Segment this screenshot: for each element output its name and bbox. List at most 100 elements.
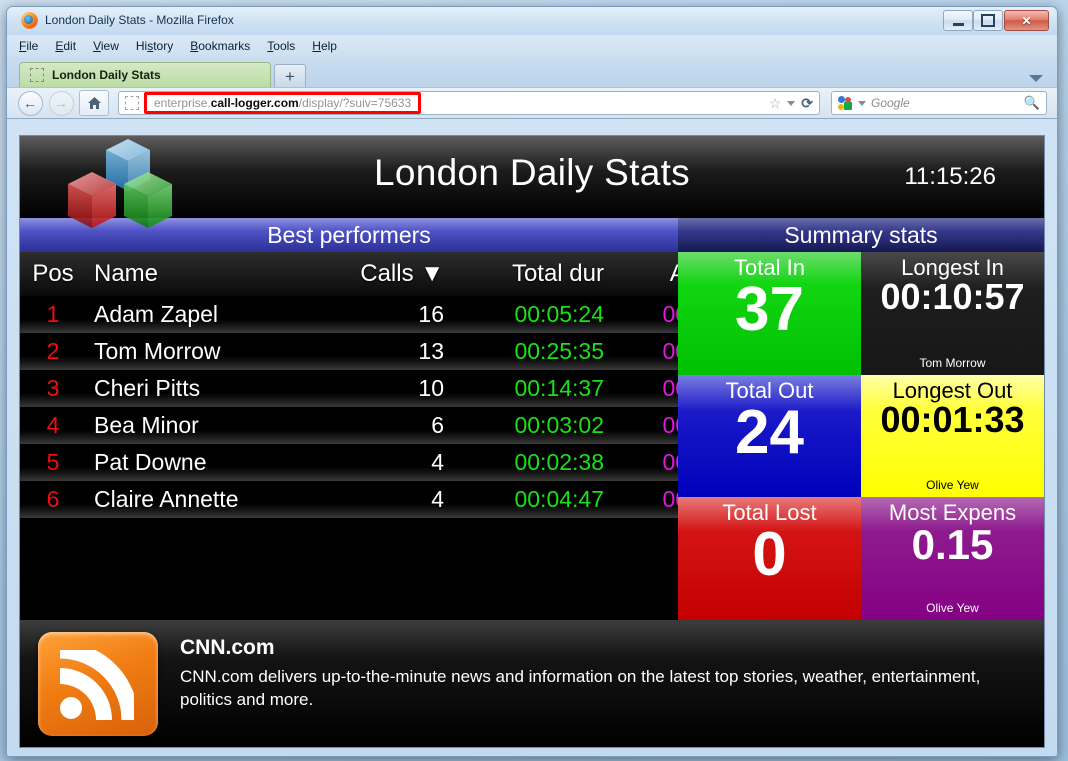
window-title: London Daily Stats - Mozilla Firefox bbox=[45, 13, 234, 27]
stat-tile-total-in: Total In37 bbox=[678, 252, 861, 375]
row-calls: 4 bbox=[312, 444, 474, 481]
performers-table-body: 1Adam Zapel1600:05:2400:00:202Tom Morrow… bbox=[20, 296, 766, 518]
stat-tile-value: 0.15 bbox=[912, 524, 994, 566]
page-viewport: London Daily Stats 11:15:26 Best perform… bbox=[19, 135, 1045, 748]
rss-feed-description: CNN.com delivers up-to-the-minute news a… bbox=[180, 666, 1020, 712]
google-icon bbox=[838, 96, 853, 111]
bookmark-star-icon[interactable]: ☆ bbox=[769, 95, 782, 112]
rss-feed-title[interactable]: CNN.com bbox=[180, 636, 1020, 660]
column-header-calls[interactable]: Calls ▼ bbox=[312, 252, 474, 296]
search-input[interactable]: Google bbox=[871, 96, 1019, 110]
stat-tile-subtext: Olive Yew bbox=[861, 601, 1044, 615]
row-total-dur: 00:05:24 bbox=[474, 296, 616, 333]
row-calls: 4 bbox=[312, 481, 474, 518]
menu-item-view[interactable]: View bbox=[93, 39, 119, 53]
best-performers-panel: Pos Name Calls ▼ Total dur Avg dur 1Adam… bbox=[20, 252, 678, 620]
close-button[interactable]: ✕ bbox=[1004, 10, 1049, 31]
stat-tile-longest-out: Longest Out00:01:33Olive Yew bbox=[861, 375, 1044, 498]
title-bar: London Daily Stats - Mozilla Firefox ✕ bbox=[7, 7, 1057, 35]
stat-tile-value: 00:01:33 bbox=[880, 402, 1024, 438]
stat-tile-value: 37 bbox=[735, 279, 804, 341]
menu-item-edit[interactable]: Edit bbox=[55, 39, 76, 53]
search-icon[interactable]: 🔍 bbox=[1024, 95, 1040, 111]
column-header-total-dur[interactable]: Total dur bbox=[474, 252, 616, 296]
row-total-dur: 00:25:35 bbox=[474, 333, 616, 370]
list-all-tabs-chevron-down-icon[interactable] bbox=[1029, 75, 1043, 82]
reload-icon[interactable]: ⟳ bbox=[801, 95, 813, 112]
stat-tile-row: Total Lost0Most Expens0.15Olive Yew bbox=[678, 497, 1044, 620]
table-row[interactable]: 2Tom Morrow1300:25:3500:01:58 bbox=[20, 333, 766, 370]
row-pos: 4 bbox=[20, 407, 86, 444]
table-row[interactable]: 5Pat Downe400:02:3800:00:40 bbox=[20, 444, 766, 481]
best-performers-label: Best performers bbox=[267, 222, 431, 249]
row-calls: 13 bbox=[312, 333, 474, 370]
table-row[interactable]: 1Adam Zapel1600:05:2400:00:20 bbox=[20, 296, 766, 333]
stat-tile-label: Most Expens bbox=[889, 497, 1016, 524]
url-text: enterprise.call-logger.com/display/?suiv… bbox=[154, 96, 411, 110]
column-header-pos[interactable]: Pos bbox=[20, 252, 86, 296]
row-calls: 10 bbox=[312, 370, 474, 407]
url-highlight-annotation: enterprise.call-logger.com/display/?suiv… bbox=[144, 92, 421, 114]
row-total-dur: 00:14:37 bbox=[474, 370, 616, 407]
row-name: Cheri Pitts bbox=[86, 370, 312, 407]
firefox-window: London Daily Stats - Mozilla Firefox ✕ F… bbox=[6, 6, 1058, 757]
row-total-dur: 00:03:02 bbox=[474, 407, 616, 444]
main-content: Pos Name Calls ▼ Total dur Avg dur 1Adam… bbox=[20, 252, 1044, 620]
clock-display: 11:15:26 bbox=[904, 163, 996, 191]
search-bar[interactable]: Google 🔍 bbox=[831, 91, 1047, 115]
tab-strip: London Daily Stats + bbox=[7, 57, 1057, 87]
back-button[interactable]: ← bbox=[17, 91, 43, 115]
tab-label: London Daily Stats bbox=[52, 68, 161, 82]
tab-favicon-placeholder-icon bbox=[30, 68, 44, 82]
stat-tile-longest-in: Longest In00:10:57 Tom Morrow bbox=[861, 252, 1044, 375]
stat-tile-subtext: Tom Morrow bbox=[861, 356, 1044, 370]
row-pos: 6 bbox=[20, 481, 86, 518]
app-header: London Daily Stats 11:15:26 bbox=[20, 136, 1044, 218]
summary-stats-panel: Total In37 Longest In00:10:57 Tom Morrow To… bbox=[678, 252, 1044, 620]
menu-item-tools[interactable]: Tools bbox=[267, 39, 295, 53]
section-header-summary-stats: Summary stats bbox=[678, 218, 1044, 252]
menu-item-bookmarks[interactable]: Bookmarks bbox=[190, 39, 250, 53]
column-header-name[interactable]: Name bbox=[86, 252, 312, 296]
tab-london-daily-stats[interactable]: London Daily Stats bbox=[19, 62, 271, 87]
menu-item-history[interactable]: History bbox=[136, 39, 173, 53]
row-name: Pat Downe bbox=[86, 444, 312, 481]
row-pos: 1 bbox=[20, 296, 86, 333]
menu-item-file[interactable]: File bbox=[19, 39, 38, 53]
search-engine-chevron-down-icon[interactable] bbox=[858, 101, 866, 106]
three-cubes-logo-icon bbox=[48, 136, 196, 244]
menu-item-help[interactable]: Help bbox=[312, 39, 337, 53]
home-button[interactable] bbox=[79, 90, 109, 116]
back-arrow-icon: ← bbox=[23, 96, 37, 110]
summary-stats-label: Summary stats bbox=[784, 222, 937, 249]
stat-tile-row: Total Out24Longest Out00:01:33Olive Yew bbox=[678, 375, 1044, 498]
table-row[interactable]: 3Cheri Pitts1000:14:3700:01:28 bbox=[20, 370, 766, 407]
row-name: Bea Minor bbox=[86, 407, 312, 444]
row-pos: 3 bbox=[20, 370, 86, 407]
stat-tile-value: 0 bbox=[752, 524, 786, 586]
table-row[interactable]: 6Claire Annette400:04:4700:01:12 bbox=[20, 481, 766, 518]
rss-feed-icon bbox=[38, 632, 158, 736]
new-tab-button[interactable]: + bbox=[274, 64, 306, 87]
close-icon: ✕ bbox=[1005, 11, 1048, 30]
stat-tile-value: 00:10:57 bbox=[880, 279, 1024, 315]
dropdown-chevron-down-icon[interactable] bbox=[787, 101, 795, 106]
row-name: Tom Morrow bbox=[86, 333, 312, 370]
performers-table: Pos Name Calls ▼ Total dur Avg dur 1Adam… bbox=[20, 252, 766, 518]
minimize-button[interactable] bbox=[943, 10, 973, 31]
maximize-button[interactable] bbox=[973, 10, 1003, 31]
url-bar[interactable]: enterprise.call-logger.com/display/?suiv… bbox=[118, 91, 820, 115]
stat-tile-label: Longest In bbox=[901, 252, 1004, 279]
restore-icon bbox=[974, 11, 1002, 30]
row-pos: 5 bbox=[20, 444, 86, 481]
stat-tile-most-expens: Most Expens0.15 Olive Yew bbox=[861, 497, 1044, 620]
page-favicon-placeholder-icon bbox=[125, 96, 139, 110]
row-name: Adam Zapel bbox=[86, 296, 312, 333]
forward-arrow-icon: → bbox=[54, 96, 68, 110]
table-row[interactable]: 4Bea Minor600:03:0200:00:30 bbox=[20, 407, 766, 444]
row-calls: 6 bbox=[312, 407, 474, 444]
menu-bar: File Edit View History Bookmarks Tools H… bbox=[7, 35, 1057, 57]
forward-button: → bbox=[48, 91, 74, 115]
table-header-row: Pos Name Calls ▼ Total dur Avg dur bbox=[20, 252, 766, 296]
row-name: Claire Annette bbox=[86, 481, 312, 518]
